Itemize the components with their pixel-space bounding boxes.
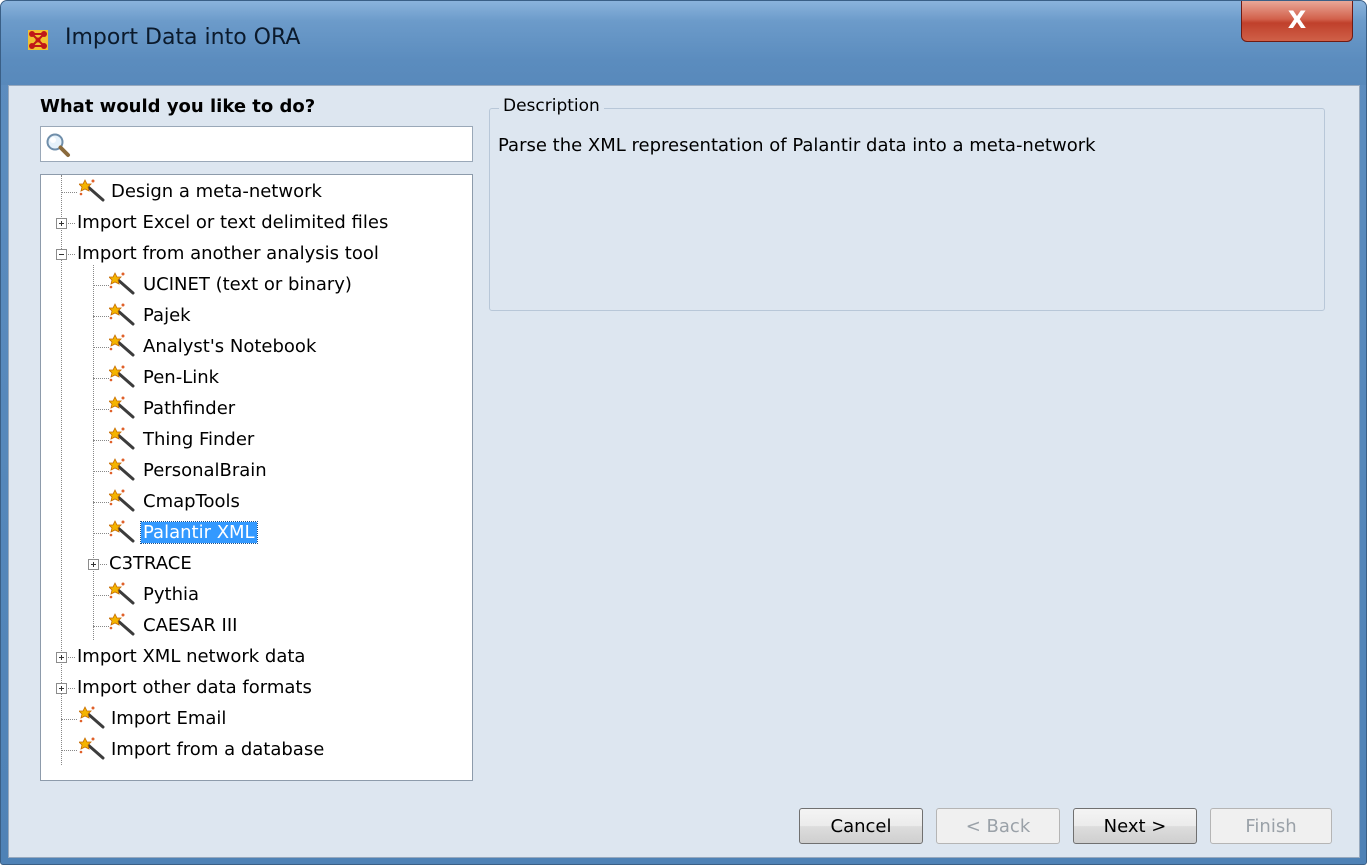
magic-wand-icon <box>109 365 135 388</box>
tree-connector <box>61 192 77 193</box>
tree-connector <box>93 440 109 441</box>
prompt-label: What would you like to do? <box>40 96 316 117</box>
tree-item-pen-link[interactable]: Pen-Link <box>41 363 472 393</box>
tree-item-import-xml-network[interactable]: Import XML network data <box>41 642 472 672</box>
tree-item-label: Import XML network data <box>77 646 306 667</box>
search-icon <box>46 133 70 157</box>
magic-wand-icon <box>109 303 135 326</box>
expand-icon[interactable] <box>56 683 67 694</box>
close-icon: X <box>1287 6 1307 34</box>
tree-item-label: UCINET (text or binary) <box>143 274 352 295</box>
magic-wand-icon <box>109 396 135 419</box>
expand-icon[interactable] <box>88 559 99 570</box>
tree-connector <box>93 533 109 534</box>
tree-item-cmaptools[interactable]: CmapTools <box>41 487 472 517</box>
tree-connector <box>93 502 109 503</box>
description-text: Parse the XML representation of Palantir… <box>498 135 1096 156</box>
tree-item-import-analysis-tool[interactable]: Import from another analysis tool <box>41 239 472 269</box>
tree-item-analysts-notebook[interactable]: Analyst's Notebook <box>41 332 472 362</box>
tree-item-ucinet[interactable]: UCINET (text or binary) <box>41 270 472 300</box>
magic-wand-icon <box>109 520 135 543</box>
window-title: Import Data into ORA <box>65 25 301 50</box>
magic-wand-icon <box>79 179 105 202</box>
magic-wand-icon <box>109 427 135 450</box>
cancel-button[interactable]: Cancel <box>799 808 923 844</box>
tree-connector <box>93 316 109 317</box>
tree-connector <box>61 719 77 720</box>
collapse-icon[interactable] <box>56 249 67 260</box>
tree-item-design-meta-network[interactable]: Design a meta-network <box>41 177 472 207</box>
next-button[interactable]: Next > <box>1073 808 1197 844</box>
tree-item-label: Import Excel or text delimited files <box>77 212 389 233</box>
tree-item-import-email[interactable]: Import Email <box>41 704 472 734</box>
search-field[interactable] <box>40 126 473 162</box>
tree-item-label: Design a meta-network <box>111 181 322 202</box>
tree-item-thing-finder[interactable]: Thing Finder <box>41 425 472 455</box>
tree-connector <box>93 626 109 627</box>
tree-item-label: Thing Finder <box>143 429 255 450</box>
tree-item-label: Import Email <box>111 708 227 729</box>
import-options-tree[interactable]: Design a meta-network Import Excel or te… <box>40 174 473 781</box>
tree-item-pythia[interactable]: Pythia <box>41 580 472 610</box>
tree-connector <box>93 285 109 286</box>
tree-connector <box>93 409 109 410</box>
tree-item-caesar-iii[interactable]: CAESAR III <box>41 611 472 641</box>
expand-icon[interactable] <box>56 218 67 229</box>
tree-item-import-database[interactable]: Import from a database <box>41 735 472 765</box>
magic-wand-icon <box>109 489 135 512</box>
tree-item-c3trace[interactable]: C3TRACE <box>41 549 472 579</box>
tree-item-label: CmapTools <box>143 491 240 512</box>
tree-item-import-other-formats[interactable]: Import other data formats <box>41 673 472 703</box>
tree-item-label: Analyst's Notebook <box>143 336 317 357</box>
magic-wand-icon <box>109 334 135 357</box>
tree-item-pajek[interactable]: Pajek <box>41 301 472 331</box>
magic-wand-icon <box>109 582 135 605</box>
title-bar[interactable]: Import Data into ORA X <box>1 1 1366 85</box>
tree-connector <box>61 750 77 751</box>
tree-item-label-selected: Palantir XML <box>140 521 258 544</box>
tree-item-label: Pathfinder <box>143 398 236 419</box>
magic-wand-icon <box>79 737 105 760</box>
tree-connector <box>93 595 109 596</box>
tree-connector <box>93 378 109 379</box>
tree-item-label: PersonalBrain <box>143 460 267 481</box>
tree-item-label: C3TRACE <box>109 553 192 574</box>
close-button[interactable]: X <box>1241 1 1353 42</box>
magic-wand-icon <box>109 458 135 481</box>
tree-item-label: Import from a database <box>111 739 325 760</box>
tree-item-label: CAESAR III <box>143 615 238 636</box>
tree-item-palantir-xml[interactable]: Palantir XML <box>41 518 472 548</box>
back-button[interactable]: < Back <box>936 808 1060 844</box>
description-legend: Description <box>499 96 604 116</box>
ora-network-icon <box>28 30 48 50</box>
tree-item-import-excel[interactable]: Import Excel or text delimited files <box>41 208 472 238</box>
magic-wand-icon <box>109 613 135 636</box>
tree-item-label: Pythia <box>143 584 200 605</box>
tree-item-personalbrain[interactable]: PersonalBrain <box>41 456 472 486</box>
tree-item-label: Import from another analysis tool <box>77 243 379 264</box>
magic-wand-icon <box>79 706 105 729</box>
import-dialog-window: Import Data into ORA X What would you li… <box>0 0 1367 865</box>
tree-connector <box>93 347 109 348</box>
tree-item-label: Pen-Link <box>143 367 220 388</box>
expand-icon[interactable] <box>56 652 67 663</box>
dialog-content: What would you like to do? Design a meta… <box>8 85 1360 858</box>
tree-item-label: Import other data formats <box>77 677 312 698</box>
tree-item-label: Pajek <box>143 305 191 326</box>
tree-connector <box>93 471 109 472</box>
tree-item-pathfinder[interactable]: Pathfinder <box>41 394 472 424</box>
magic-wand-icon <box>109 272 135 295</box>
finish-button[interactable]: Finish <box>1210 808 1332 844</box>
search-input[interactable] <box>75 129 469 159</box>
